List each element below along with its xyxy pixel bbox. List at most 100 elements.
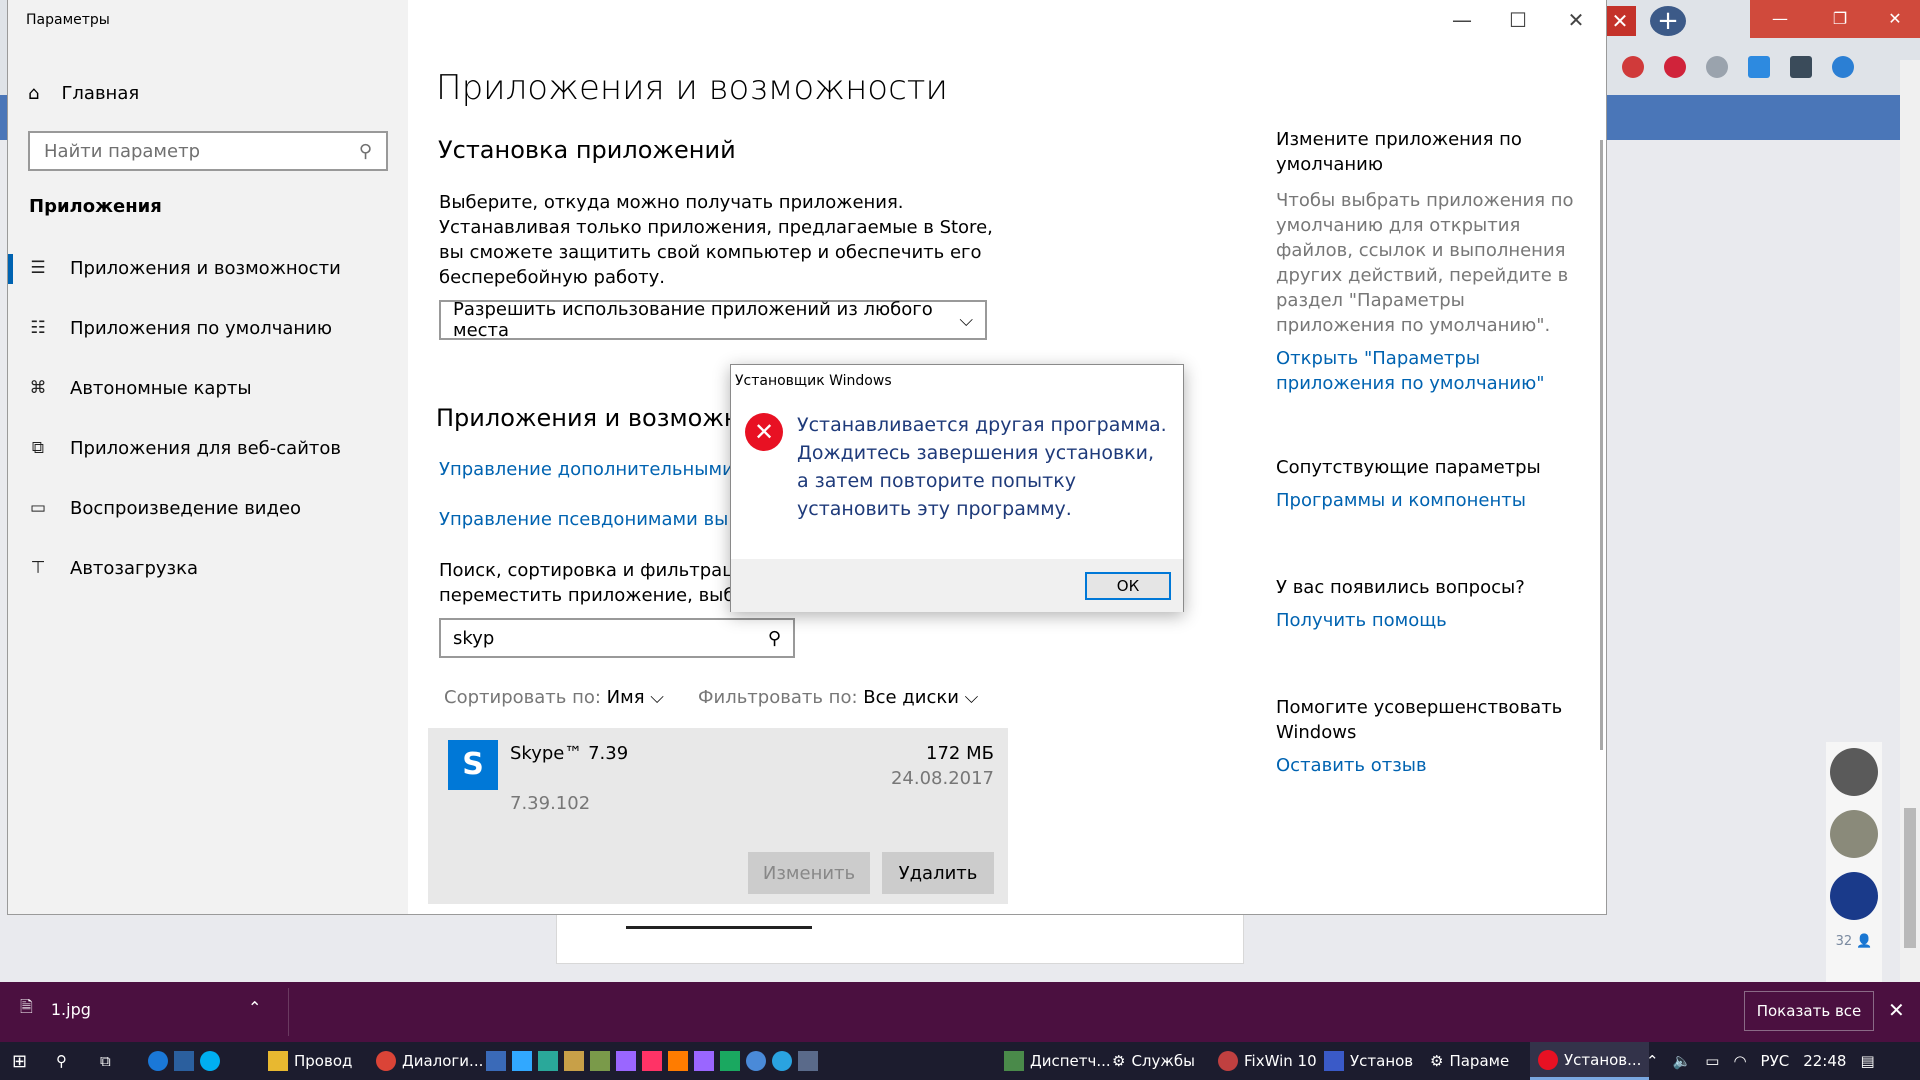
app-search-input[interactable]: skyp ⚲ — [439, 618, 795, 658]
battery-icon[interactable]: ▭ — [1705, 1052, 1719, 1070]
search-icon: ⚲ — [56, 1052, 67, 1070]
profile-icon[interactable] — [1832, 56, 1854, 78]
taskbar-item-installer[interactable]: Установ — [1324, 1042, 1413, 1080]
sort-control[interactable]: Сортировать по: Имя ⌵ — [444, 685, 664, 710]
sidebar-item-default-apps[interactable]: ☷ Приложения по умолчанию — [8, 308, 408, 348]
after-effects-icon[interactable] — [616, 1051, 636, 1071]
chevron-up-icon[interactable]: ⌃ — [248, 998, 261, 1017]
system-tray: ⌃ 🔈 ▭ ◠ РУС 22:48 ▤ — [1646, 1042, 1875, 1080]
app-icon[interactable] — [486, 1051, 506, 1071]
web-app-icon: ⧉ — [31, 438, 45, 458]
extension-icon[interactable] — [1748, 56, 1770, 78]
nav-home-label: Главная — [61, 82, 140, 104]
avatar[interactable] — [1830, 872, 1878, 920]
sidebar-item-video[interactable]: ▭ Воспроизведение видео — [8, 488, 408, 528]
taskbar-item-chrome[interactable]: Диалоги... — [376, 1042, 483, 1080]
browser-minimize-button[interactable]: — — [1750, 0, 1810, 38]
task-view-button[interactable]: ⧉ — [100, 1042, 111, 1080]
language-indicator[interactable]: РУС — [1761, 1052, 1790, 1070]
optional-features-link[interactable]: Управление дополнительными компонентами — [439, 459, 739, 480]
sidebar-item-label: Приложения и возможности — [70, 257, 341, 279]
lightroom-icon[interactable] — [174, 1051, 194, 1071]
error-icon: ✕ — [745, 413, 783, 451]
browser-restore-button[interactable]: ❐ — [1810, 0, 1870, 38]
illustrator-icon[interactable] — [668, 1051, 688, 1071]
app-aliases-link[interactable]: Управление псевдонимами выполнения прило… — [439, 509, 739, 530]
minimize-button[interactable]: — — [1442, 8, 1482, 32]
close-tab-button[interactable]: ✕ — [1604, 6, 1636, 36]
app-search-value: skyp — [453, 627, 495, 649]
close-icon[interactable]: ✕ — [1888, 998, 1905, 1022]
browser-scrollbar-thumb[interactable] — [1904, 808, 1916, 948]
telegram-icon[interactable] — [772, 1051, 792, 1071]
install-description: Выберите, откуда можно получать приложен… — [439, 192, 993, 288]
app-name: Skype™ 7.39 — [510, 743, 629, 764]
task-view-icon: ⧉ — [100, 1052, 111, 1070]
startup-icon: ⊤ — [30, 558, 46, 578]
taskbar-item-settings[interactable]: ⚙ Параме — [1430, 1042, 1509, 1080]
sidebar-item-web-apps[interactable]: ⧉ Приложения для веб-сайтов — [8, 428, 408, 468]
close-button[interactable]: ✕ — [1556, 8, 1596, 32]
programs-features-link[interactable]: Программы и компоненты — [1276, 490, 1526, 511]
default-apps-link[interactable]: Открыть "Параметры приложения по умолчан… — [1276, 346, 1586, 396]
taskbar-item-installer-dialog[interactable]: Установ... — [1530, 1042, 1650, 1080]
feedback-link[interactable]: Оставить отзыв — [1276, 755, 1427, 776]
start-button[interactable]: ⊞ — [12, 1042, 27, 1080]
list-icon: ☰ — [30, 258, 46, 278]
taskbar-item-task-manager[interactable]: Диспетч... — [1004, 1042, 1111, 1080]
install-source-dropdown[interactable]: Разрешить использование приложений из лю… — [439, 299, 987, 341]
sidebar-item-apps-features[interactable]: ☰ Приложения и возможности — [8, 248, 408, 288]
change-button[interactable]: Изменить — [748, 852, 870, 894]
downloads-bar: 🗎 1.jpg ⌃ Показать все ✕ — [0, 982, 1920, 1042]
browser-close-button[interactable]: ✕ — [1870, 0, 1920, 38]
pinterest-icon[interactable] — [1664, 56, 1686, 78]
app-icon[interactable] — [590, 1051, 610, 1071]
filter-description-line2: переместить приложение, выберите его в с… — [439, 585, 739, 606]
remove-button[interactable]: Удалить — [882, 852, 994, 894]
taskbar-item-explorer[interactable]: Провод — [268, 1042, 352, 1080]
app-icon[interactable] — [798, 1051, 818, 1071]
new-tab-button[interactable]: + — [1650, 6, 1686, 36]
photoshop-icon[interactable] — [512, 1051, 532, 1071]
settings-search-input[interactable]: Найти параметр ⚲ — [28, 131, 388, 171]
edge-icon[interactable] — [148, 1051, 168, 1071]
download-item[interactable]: 🗎 1.jpg — [20, 996, 91, 1023]
nav-home[interactable]: ⌂ Главная — [28, 80, 139, 106]
taskbar-item-label: Диспетч... — [1030, 1052, 1111, 1070]
chevron-up-icon[interactable]: ⌃ — [1646, 1052, 1659, 1070]
indesign-icon[interactable] — [642, 1051, 662, 1071]
avatar[interactable] — [1830, 748, 1878, 796]
premiere-icon[interactable] — [694, 1051, 714, 1071]
app-icon[interactable] — [538, 1051, 558, 1071]
sidebar-item-offline-maps[interactable]: ⌘ Автономные карты — [8, 368, 408, 408]
show-all-button[interactable]: Показать все — [1744, 991, 1874, 1031]
app-icon[interactable] — [720, 1051, 740, 1071]
clock[interactable]: 22:48 — [1803, 1052, 1846, 1070]
globe-icon[interactable] — [1706, 56, 1728, 78]
app-icon[interactable] — [564, 1051, 584, 1071]
extension-badge-icon[interactable] — [1622, 56, 1644, 78]
search-button[interactable]: ⚲ — [56, 1042, 67, 1080]
taskbar-item-services[interactable]: ⚙ Службы — [1112, 1042, 1195, 1080]
search-placeholder: Найти параметр — [44, 140, 200, 162]
avatar[interactable] — [1830, 810, 1878, 858]
maximize-button[interactable]: ☐ — [1498, 8, 1538, 32]
taskbar-item-fixwin[interactable]: FixWin 10 — [1218, 1042, 1317, 1080]
download-file-name: 1.jpg — [50, 1000, 91, 1019]
settings-scrollbar[interactable] — [1600, 140, 1603, 750]
wifi-icon[interactable]: ◠ — [1733, 1052, 1746, 1070]
notifications-icon[interactable]: ▤ — [1860, 1052, 1874, 1070]
sort-value: Имя — [606, 687, 645, 708]
volume-icon[interactable]: 🔈 — [1673, 1052, 1692, 1070]
sidebar-group-title: Приложения — [29, 196, 162, 217]
dialog-message: Устанавливается другая программа. Дождит… — [797, 414, 1167, 520]
get-help-link[interactable]: Получить помощь — [1276, 610, 1447, 631]
sidebar-item-label: Автозагрузка — [70, 557, 199, 579]
app-icon[interactable] — [746, 1051, 766, 1071]
skype-icon[interactable] — [200, 1051, 220, 1071]
sidebar-item-startup[interactable]: ⊤ Автозагрузка — [8, 548, 408, 588]
filter-control[interactable]: Фильтровать по: Все диски ⌵ — [698, 685, 978, 710]
installer-icon — [1324, 1051, 1344, 1071]
ok-button[interactable]: ОК — [1085, 572, 1171, 600]
eyedropper-icon[interactable] — [1790, 56, 1812, 78]
